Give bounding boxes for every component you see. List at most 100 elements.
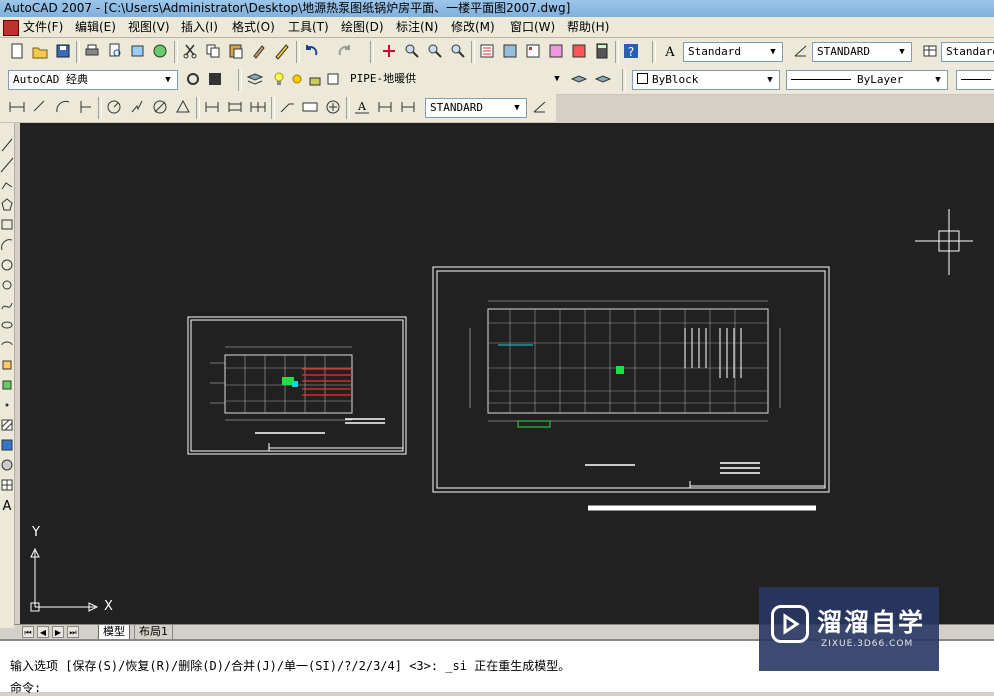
menu-draw[interactable]: 绘图(D) — [338, 19, 387, 35]
color-combo[interactable]: ByBlock ▼ — [632, 70, 780, 90]
layer-color-swatch-icon[interactable] — [324, 70, 342, 88]
tolerance-icon[interactable] — [301, 98, 319, 116]
ordinate-dim-icon[interactable] — [77, 98, 95, 116]
tab-model[interactable]: 模型 — [98, 625, 130, 640]
menu-dimension[interactable]: 标注(N) — [393, 19, 441, 35]
dimension-edit-icon[interactable]: A — [353, 98, 371, 116]
pan-realtime-icon[interactable] — [380, 42, 398, 60]
revision-cloud-icon[interactable] — [0, 275, 14, 295]
table-style-combo[interactable]: Standard — [941, 42, 994, 62]
linear-dim-icon[interactable] — [8, 98, 26, 116]
sheet-set-icon[interactable] — [547, 42, 565, 60]
dim-style-icon[interactable] — [792, 42, 810, 60]
workspace-combo[interactable]: AutoCAD 经典 ▼ — [8, 70, 178, 90]
insert-block-icon[interactable] — [0, 355, 14, 375]
menu-file[interactable]: 文件(F) — [20, 19, 66, 35]
zoom-previous-icon[interactable] — [449, 42, 467, 60]
last-tab-icon[interactable]: ⏭ — [67, 626, 79, 638]
menu-window[interactable]: 窗口(W) — [507, 19, 558, 35]
zoom-window-icon[interactable] — [426, 42, 444, 60]
ellipse-arc-icon[interactable] — [0, 335, 14, 355]
aligned-dim-icon[interactable] — [31, 98, 49, 116]
command-prompt[interactable]: 命令: — [10, 679, 41, 696]
dimension-style-combo[interactable]: STANDARD ▼ — [425, 98, 527, 118]
line-icon[interactable] — [0, 135, 14, 155]
menu-modify[interactable]: 修改(M) — [448, 19, 498, 35]
layer-combo[interactable]: PIPE-地暖供 ▼ — [346, 70, 566, 90]
spline-icon[interactable] — [0, 295, 14, 315]
tab-layout1[interactable]: 布局1 — [134, 625, 173, 640]
workspace-settings-icon[interactable] — [184, 70, 202, 88]
menu-help[interactable]: 帮助(H) — [564, 19, 612, 35]
dimension-text-edit-icon[interactable] — [376, 98, 394, 116]
text-style-icon[interactable]: A — [661, 42, 679, 60]
zoom-realtime-icon[interactable] — [403, 42, 421, 60]
center-mark-icon[interactable] — [324, 98, 342, 116]
continue-dim-icon[interactable] — [249, 98, 267, 116]
first-tab-icon[interactable]: ⏮ — [22, 626, 34, 638]
menu-tools[interactable]: 工具(T) — [285, 19, 332, 35]
copy-icon[interactable] — [204, 42, 222, 60]
table-icon[interactable] — [0, 475, 14, 495]
layer-on-bulb-icon[interactable] — [270, 70, 288, 88]
block-editor-icon[interactable] — [273, 42, 291, 60]
circle-icon[interactable] — [0, 255, 14, 275]
dim-style-combo[interactable]: STANDARD ▼ — [812, 42, 912, 62]
drawing-canvas[interactable]: Y X — [20, 123, 994, 624]
open-file-icon[interactable] — [31, 42, 49, 60]
layer-manager-icon[interactable] — [246, 70, 264, 88]
autocad-app-icon[interactable] — [3, 20, 19, 36]
menu-view[interactable]: 视图(V) — [125, 19, 173, 35]
save-icon[interactable] — [54, 42, 72, 60]
layer-previous-icon[interactable] — [594, 70, 612, 88]
region-icon[interactable] — [0, 455, 14, 475]
radius-dim-icon[interactable] — [105, 98, 123, 116]
save-workspace-icon[interactable] — [206, 70, 224, 88]
calculator-icon[interactable] — [593, 42, 611, 60]
construction-line-icon[interactable] — [0, 155, 14, 175]
markup-set-icon[interactable] — [570, 42, 588, 60]
rectangle-icon[interactable] — [0, 215, 14, 235]
angular-dim-icon[interactable] — [174, 98, 192, 116]
gradient-icon[interactable] — [0, 435, 14, 455]
paste-icon[interactable] — [227, 42, 245, 60]
make-object-layer-current-icon[interactable] — [570, 70, 588, 88]
polygon-icon[interactable] — [0, 195, 14, 215]
arc-length-icon[interactable] — [54, 98, 72, 116]
plot-preview-icon[interactable] — [106, 42, 124, 60]
quick-leader-icon[interactable] — [278, 98, 296, 116]
quick-dim-icon[interactable] — [203, 98, 221, 116]
diameter-dim-icon[interactable] — [151, 98, 169, 116]
hatch-icon[interactable] — [0, 415, 14, 435]
design-center-icon[interactable] — [501, 42, 519, 60]
ellipse-icon[interactable] — [0, 315, 14, 335]
menu-insert[interactable]: 插入(I) — [178, 19, 221, 35]
multiline-text-icon[interactable]: A — [0, 495, 14, 515]
menu-format[interactable]: 格式(O) — [229, 19, 278, 35]
dimension-update-icon[interactable] — [399, 98, 417, 116]
dimension-style-icon[interactable] — [531, 98, 549, 116]
layer-unlock-icon[interactable] — [306, 70, 324, 88]
layer-thaw-sun-icon[interactable] — [288, 70, 306, 88]
table-style-icon[interactable] — [921, 42, 939, 60]
undo-icon[interactable] — [302, 42, 320, 60]
next-tab-icon[interactable]: ▶ — [52, 626, 64, 638]
match-properties-icon[interactable] — [250, 42, 268, 60]
baseline-dim-icon[interactable] — [226, 98, 244, 116]
print-icon[interactable] — [83, 42, 101, 60]
help-icon[interactable]: ? — [622, 42, 640, 60]
tool-palettes-icon[interactable] — [524, 42, 542, 60]
point-icon[interactable] — [0, 395, 14, 415]
polyline-icon[interactable] — [0, 175, 14, 195]
previous-tab-icon[interactable]: ◀ — [37, 626, 49, 638]
text-style-combo[interactable]: Standard ▼ — [683, 42, 783, 62]
new-file-icon[interactable] — [8, 42, 26, 60]
make-block-icon[interactable] — [0, 375, 14, 395]
lineweight-combo[interactable] — [956, 70, 994, 90]
publish-icon[interactable] — [129, 42, 147, 60]
cut-icon[interactable] — [181, 42, 199, 60]
arc-icon[interactable] — [0, 235, 14, 255]
3d-dwf-icon[interactable] — [151, 42, 169, 60]
menu-edit[interactable]: 编辑(E) — [72, 19, 119, 35]
jogged-dim-icon[interactable] — [128, 98, 146, 116]
